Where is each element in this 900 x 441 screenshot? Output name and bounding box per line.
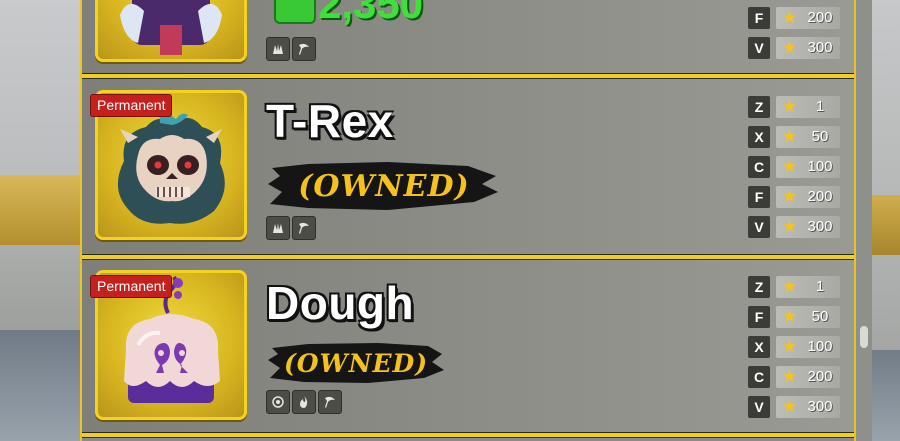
mastery-cost: ★ 300 — [776, 37, 840, 59]
mastery-value: 50 — [811, 308, 829, 325]
permanent-badge: Permanent — [90, 94, 173, 117]
fruit-name: T-Rex — [266, 95, 394, 147]
scrollbar-thumb[interactable] — [860, 326, 868, 348]
owned-status: (OWNED) — [268, 158, 500, 214]
mastery-value: 1 — [815, 98, 825, 115]
mastery-cost: ★ 200 — [776, 366, 840, 388]
move-key: C — [748, 156, 770, 178]
move-key: V — [748, 216, 770, 238]
star-icon: ★ — [782, 277, 798, 297]
mastery-value: 200 — [807, 368, 833, 385]
claw-icon — [266, 216, 290, 240]
flame-icon — [292, 390, 316, 414]
card-divider — [82, 432, 854, 438]
mastery-value: 100 — [807, 158, 833, 175]
owned-status: (OWNED) — [268, 340, 444, 386]
star-icon: ★ — [782, 187, 798, 207]
mastery-cost: ★ 100 — [776, 336, 840, 358]
top-item-price: 2,350 — [318, 0, 424, 27]
move-key: V — [748, 396, 770, 418]
star-icon: ★ — [782, 97, 798, 117]
mastery-cost: ★ 300 — [776, 216, 840, 238]
mastery-cost: ★ 100 — [776, 156, 840, 178]
mastery-value: 50 — [811, 128, 829, 145]
move-key: X — [748, 126, 770, 148]
beli-currency-icon — [274, 0, 316, 24]
move-key: C — [748, 366, 770, 388]
mastery-value: 200 — [807, 188, 833, 205]
mastery-cost: ★ 1 — [776, 96, 840, 118]
mastery-cost: ★ 1 — [776, 276, 840, 298]
mastery-cost: ★ 50 — [776, 126, 840, 148]
permanent-badge: Permanent — [90, 275, 173, 298]
mastery-value: 300 — [807, 39, 833, 56]
star-icon: ★ — [782, 157, 798, 177]
mastery-value: 300 — [807, 398, 833, 415]
swirl-icon — [266, 390, 290, 414]
mastery-cost: ★ 200 — [776, 186, 840, 208]
world-backdrop-left — [0, 0, 82, 441]
fruit-name: Dough — [266, 277, 415, 329]
scrollbar-track[interactable] — [856, 0, 872, 441]
claw-icon — [266, 37, 290, 61]
scythe-icon — [318, 390, 342, 414]
scythe-icon — [292, 216, 316, 240]
mastery-value: 1 — [815, 278, 825, 295]
owned-label: (OWNED) — [283, 348, 429, 378]
star-icon: ★ — [782, 367, 798, 387]
star-icon: ★ — [782, 307, 798, 327]
fruit-art-top — [120, 0, 222, 55]
move-key: X — [748, 336, 770, 358]
mastery-value: 300 — [807, 218, 833, 235]
backdrop-beam — [0, 175, 82, 245]
fruit-icon-top — [95, 0, 247, 62]
mastery-cost: ★ 300 — [776, 396, 840, 418]
star-icon: ★ — [782, 8, 798, 28]
move-key: F — [748, 7, 770, 29]
star-icon: ★ — [782, 397, 798, 417]
owned-label: (OWNED) — [298, 168, 470, 204]
mastery-cost: ★ 50 — [776, 306, 840, 328]
mastery-value: 200 — [807, 9, 833, 26]
star-icon: ★ — [782, 337, 798, 357]
star-icon: ★ — [782, 38, 798, 58]
mastery-value: 100 — [807, 338, 833, 355]
move-key: V — [748, 37, 770, 59]
star-icon: ★ — [782, 217, 798, 237]
backdrop-floor — [0, 330, 82, 441]
scythe-icon — [292, 37, 316, 61]
star-icon: ★ — [782, 127, 798, 147]
move-key: F — [748, 306, 770, 328]
move-key: F — [748, 186, 770, 208]
move-key: Z — [748, 96, 770, 118]
mastery-cost: ★ 200 — [776, 7, 840, 29]
move-key: Z — [748, 276, 770, 298]
